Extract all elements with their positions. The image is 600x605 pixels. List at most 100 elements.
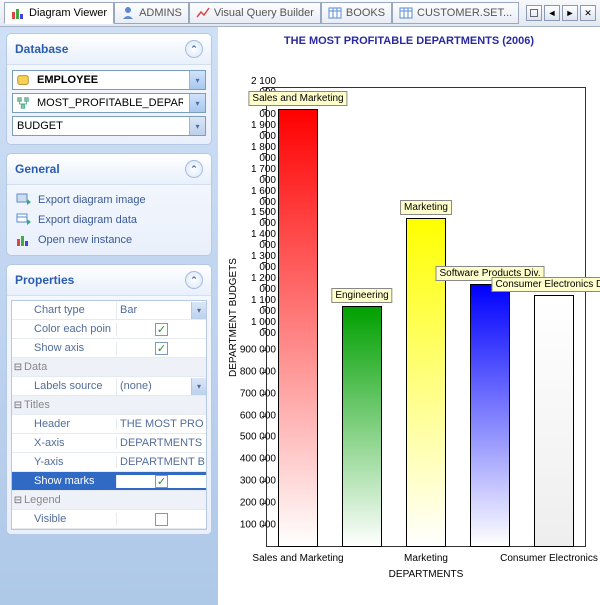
- checkbox[interactable]: [155, 513, 168, 526]
- y-tick-label: 1 400 000: [232, 229, 276, 251]
- y-tick-label: 300 000: [232, 476, 276, 487]
- bar-label: Marketing: [400, 200, 452, 215]
- table-icon: [399, 6, 413, 20]
- collapse-icon[interactable]: ⌃: [185, 271, 203, 289]
- group-database: Database ⌃ ▾ ▾ ▾: [6, 33, 212, 145]
- group-header-database[interactable]: Database ⌃: [7, 34, 211, 65]
- collapse-icon[interactable]: ⌃: [185, 40, 203, 58]
- y-tick-label: 200 000: [232, 498, 276, 509]
- person-blue-icon: [121, 6, 135, 20]
- group-title: Properties: [15, 273, 74, 287]
- x-tick-label: Consumer Electronics D: [500, 553, 600, 564]
- properties-grid: Chart type Bar▾ Color each poin Show axi…: [11, 300, 207, 530]
- export-image-icon: [16, 193, 32, 207]
- export-data-icon: [16, 213, 32, 227]
- y-tick-label: 400 000: [232, 454, 276, 465]
- database-select[interactable]: ▾: [12, 70, 206, 90]
- collapse-icon[interactable]: ⌃: [185, 160, 203, 178]
- dropdown-arrow[interactable]: ▾: [189, 71, 205, 89]
- general-item-open-new-instance[interactable]: Open new instance: [12, 230, 206, 250]
- group-title: General: [15, 162, 60, 176]
- y-tick-label: 1 500 000: [232, 207, 276, 229]
- y-tick-label: 600 000: [232, 410, 276, 421]
- tab-dropdown-button[interactable]: [526, 5, 542, 21]
- chart-bar-icon: [11, 6, 25, 20]
- checkbox[interactable]: [155, 475, 168, 488]
- bar-0: [278, 109, 318, 547]
- tab-scroll-left[interactable]: ◄: [544, 5, 560, 21]
- value-field-input[interactable]: [13, 118, 185, 134]
- x-tick-label: Sales and Marketing: [252, 553, 343, 564]
- group-title: Database: [15, 42, 68, 56]
- prop-labels-source[interactable]: Labels source (none)▾: [12, 377, 206, 396]
- prop-chart-type[interactable]: Chart type Bar▾: [12, 301, 206, 320]
- left-panel: Database ⌃ ▾ ▾ ▾: [0, 27, 218, 605]
- y-tick-label: 900 000: [232, 344, 276, 355]
- y-tick-label: 1 000 000: [232, 317, 276, 339]
- y-tick-label: 1 900 000: [232, 120, 276, 142]
- y-tick-label: 1 800 000: [232, 142, 276, 164]
- x-tick-label: Marketing: [404, 553, 448, 564]
- bar-label: Consumer Electronics Div.: [491, 277, 600, 292]
- prop-category-legend[interactable]: ⊟Legend: [12, 491, 206, 510]
- tab-customer-set-[interactable]: CUSTOMER.SET...: [392, 2, 519, 24]
- object-select[interactable]: ▾: [12, 93, 206, 113]
- y-tick-label: 100 000: [232, 520, 276, 531]
- prop-show-axis[interactable]: Show axis: [12, 339, 206, 358]
- database-name-input[interactable]: [35, 72, 185, 88]
- group-header-general[interactable]: General ⌃: [7, 154, 211, 185]
- general-item-export-diagram-data[interactable]: Export diagram data: [12, 210, 206, 230]
- y-tick-label: 500 000: [232, 432, 276, 443]
- dropdown-arrow[interactable]: ▾: [189, 94, 205, 112]
- database-icon: [15, 73, 31, 87]
- general-item-export-diagram-image[interactable]: Export diagram image: [12, 190, 206, 210]
- expand-icon[interactable]: ⊟: [12, 400, 24, 411]
- tab-bar: Diagram ViewerADMINSVisual Query Builder…: [0, 0, 600, 27]
- bar-label: Engineering: [331, 288, 392, 303]
- expand-icon[interactable]: ⊟: [12, 495, 24, 506]
- tab-scroll-right[interactable]: ►: [562, 5, 578, 21]
- y-tick-label: 800 000: [232, 366, 276, 377]
- object-name-input[interactable]: [35, 95, 185, 111]
- y-tick-label: 1 100 000: [232, 295, 276, 317]
- bar-label: Sales and Marketing: [248, 91, 347, 106]
- y-tick-label: 700 000: [232, 388, 276, 399]
- prop-visible[interactable]: Visible: [12, 510, 206, 529]
- group-properties: Properties ⌃ Chart type Bar▾ Color each …: [6, 264, 212, 535]
- dropdown-arrow[interactable]: ▾: [189, 117, 205, 135]
- chart-line-icon: [196, 6, 210, 20]
- tab-close-button[interactable]: ✕: [580, 5, 596, 21]
- y-tick-label: 1 300 000: [232, 251, 276, 273]
- group-general: General ⌃ Export diagram imageExport dia…: [6, 153, 212, 256]
- tab-admins[interactable]: ADMINS: [114, 2, 189, 24]
- bar-1: [342, 306, 382, 547]
- tree-icon: [15, 96, 31, 110]
- checkbox[interactable]: [155, 323, 168, 336]
- chart-area: THE MOST PROFITABLE DEPARTMENTS (2006) D…: [218, 27, 600, 605]
- chart-title: THE MOST PROFITABLE DEPARTMENTS (2006): [222, 35, 596, 47]
- expand-icon[interactable]: ⊟: [12, 362, 24, 373]
- tab-books[interactable]: BOOKS: [321, 2, 392, 24]
- dropdown-arrow[interactable]: ▾: [191, 378, 206, 395]
- table-icon: [328, 6, 342, 20]
- prop-header[interactable]: Header THE MOST PRO: [12, 415, 206, 434]
- y-tick-label: 1 700 000: [232, 164, 276, 186]
- value-field-select[interactable]: ▾: [12, 116, 206, 136]
- prop-color-each[interactable]: Color each poin: [12, 320, 206, 339]
- group-header-properties[interactable]: Properties ⌃: [7, 265, 211, 296]
- tab-visual-query-builder[interactable]: Visual Query Builder: [189, 2, 321, 24]
- prop-y-axis[interactable]: Y-axis DEPARTMENT B: [12, 453, 206, 472]
- bar-3: [470, 284, 510, 547]
- prop-show-marks[interactable]: Show marks: [12, 472, 206, 491]
- tab-diagram-viewer[interactable]: Diagram Viewer: [4, 2, 114, 24]
- dropdown-arrow[interactable]: ▾: [191, 302, 206, 319]
- y-tick-label: 1 600 000: [232, 186, 276, 208]
- prop-category-titles[interactable]: ⊟Titles: [12, 396, 206, 415]
- new-instance-icon: [16, 233, 32, 247]
- prop-x-axis[interactable]: X-axis DEPARTMENTS: [12, 434, 206, 453]
- x-axis-title: DEPARTMENTS: [266, 569, 586, 580]
- checkbox[interactable]: [155, 342, 168, 355]
- y-tick-label: 1 200 000: [232, 273, 276, 295]
- bar-4: [534, 295, 574, 547]
- prop-category-data[interactable]: ⊟Data: [12, 358, 206, 377]
